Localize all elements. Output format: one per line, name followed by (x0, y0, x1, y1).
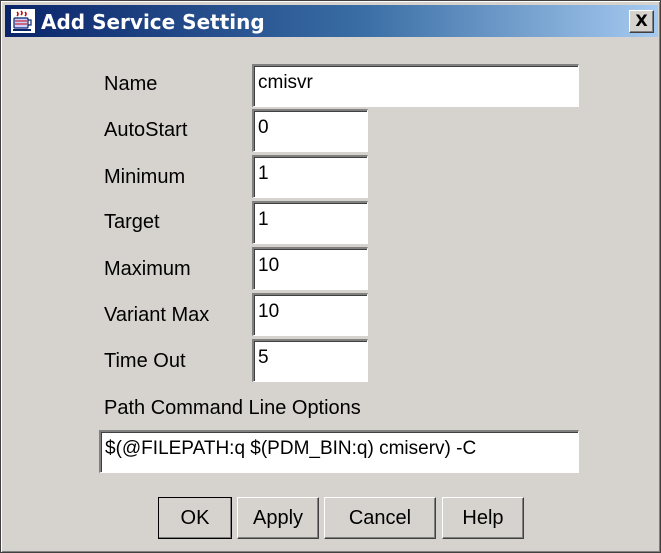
window-title: Add Service Setting (41, 10, 265, 34)
maximum-field[interactable]: 10 (252, 247, 368, 290)
path-options-label: Path Command Line Options (104, 397, 361, 419)
maximum-label: Maximum (104, 258, 191, 280)
ok-button[interactable]: OK (158, 497, 232, 539)
autostart-field[interactable]: 0 (252, 109, 368, 152)
name-field[interactable]: cmisvr (252, 64, 579, 107)
add-service-setting-dialog: Add Service Setting X Name cmisvr AutoSt… (0, 0, 661, 553)
name-label: Name (104, 73, 158, 95)
variant-max-field[interactable]: 10 (252, 293, 368, 336)
time-out-field[interactable]: 5 (252, 339, 368, 382)
target-label: Target (104, 211, 160, 233)
time-out-label: Time Out (104, 350, 186, 372)
autostart-label: AutoStart (104, 119, 188, 141)
close-icon: X (635, 11, 648, 30)
title-bar[interactable]: Add Service Setting X (5, 5, 658, 37)
app-coffee-cup-icon (11, 9, 35, 33)
minimum-field[interactable]: 1 (252, 155, 368, 198)
variant-max-label: Variant Max (104, 304, 210, 326)
minimum-label: Minimum (104, 166, 186, 188)
help-button[interactable]: Help (442, 497, 524, 539)
apply-button[interactable]: Apply (237, 497, 319, 539)
cancel-button[interactable]: Cancel (324, 497, 436, 539)
path-options-field[interactable]: $(@FILEPATH:q $(PDM_BIN:q) cmiserv) -C (99, 430, 579, 473)
target-field[interactable]: 1 (252, 201, 368, 244)
close-button[interactable]: X (629, 10, 654, 33)
